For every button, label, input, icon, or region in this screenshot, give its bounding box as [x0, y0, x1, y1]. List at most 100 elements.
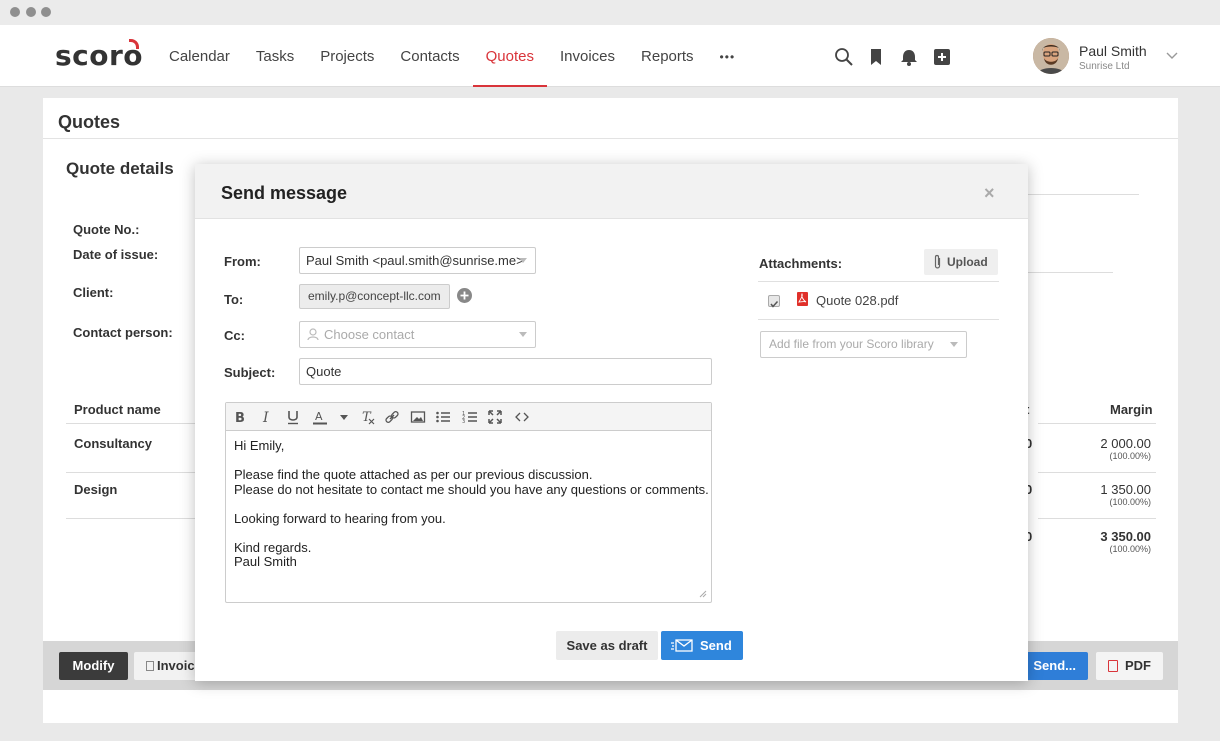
nav-calendar[interactable]: Calendar [156, 25, 243, 87]
date-of-issue-label: Date of issue: [73, 247, 159, 262]
nav-invoices[interactable]: Invoices [547, 25, 628, 87]
body-greeting: Hi Emily, [234, 438, 285, 453]
add-new-icon[interactable] [932, 47, 952, 67]
invoice-button-label: Invoic [157, 658, 195, 673]
body-line: Please do not hesitate to contact me sho… [234, 481, 709, 497]
svg-text:B: B [235, 411, 245, 425]
margin-header: Margin [1110, 402, 1153, 417]
document-icon [146, 661, 154, 671]
window-close-dot[interactable] [10, 7, 20, 17]
send-button-label: Send [700, 638, 732, 653]
page-title: Quotes [58, 112, 121, 132]
divider [43, 138, 1178, 139]
total-margin-pct: (100.00%) [1109, 544, 1151, 554]
nav-more-button[interactable]: ••• [707, 25, 749, 87]
upload-button-label: Upload [947, 255, 988, 269]
pdf-button-label: PDF [1125, 658, 1151, 673]
numbered-list-icon[interactable]: 123 [462, 409, 478, 425]
pdf-file-icon [797, 292, 808, 306]
divider [1038, 423, 1156, 424]
message-editor[interactable]: B I A T 123 Hi Emily, Please find the qu… [225, 402, 712, 603]
subject-input[interactable]: Quote [299, 358, 712, 385]
bullet-list-icon[interactable] [435, 409, 451, 425]
table-row-name: Design [74, 482, 118, 497]
nav-tasks[interactable]: Tasks [243, 25, 307, 87]
modify-button[interactable]: Modify [59, 652, 128, 680]
editor-toolbar: B I A T 123 [226, 403, 711, 431]
from-select[interactable]: Paul Smith <paul.smith@sunrise.me> [299, 247, 536, 274]
nav-quotes[interactable]: Quotes [472, 25, 548, 87]
pdf-button[interactable]: PDF [1096, 652, 1163, 680]
table-row-margin: 2 000.00 [1100, 436, 1151, 451]
dialog-header: Send message × [195, 164, 1028, 219]
attachment-checkbox[interactable] [768, 295, 780, 308]
svg-text:I: I [262, 410, 269, 425]
divider [1038, 472, 1156, 473]
send-message-dialog: Send message × From: Paul Smith <paul.sm… [195, 164, 1028, 681]
table-row-margin: 1 350.00 [1100, 482, 1151, 497]
divider [758, 281, 999, 282]
client-label: Client: [73, 285, 114, 300]
envelope-icon [671, 639, 693, 652]
source-code-icon[interactable] [514, 409, 530, 425]
text-color-icon[interactable]: A [312, 409, 328, 425]
divider [66, 518, 196, 519]
user-avatar[interactable] [1033, 38, 1069, 74]
from-label: From: [224, 254, 261, 269]
send-button[interactable]: Send [661, 631, 743, 660]
user-company: Sunrise Ltd [1079, 61, 1130, 72]
total-margin: 3 350.00 [1100, 529, 1151, 544]
table-row-margin-pct: (100.00%) [1109, 451, 1151, 461]
notifications-icon[interactable] [899, 47, 919, 67]
recipient-chip[interactable]: emily.p@concept-llc.com [299, 284, 450, 309]
message-body[interactable]: Hi Emily, Please find the quote attached… [234, 438, 709, 570]
section-title: Quote details [66, 159, 174, 178]
save-as-draft-button[interactable]: Save as draft [556, 631, 658, 660]
upload-button[interactable]: Upload [924, 249, 998, 275]
cc-select[interactable]: Choose contact [299, 321, 536, 348]
library-placeholder: Add file from your Scoro library [769, 337, 934, 351]
dialog-title: Send message [221, 183, 348, 203]
attachment-filename[interactable]: Quote 028.pdf [816, 293, 898, 308]
image-icon[interactable] [410, 409, 426, 425]
body-signature: Paul Smith [234, 554, 297, 569]
body-line: Please find the quote attached as per ou… [234, 467, 593, 482]
bold-icon[interactable]: B [232, 409, 248, 425]
app-header: scoro Calendar Tasks Projects Contacts Q… [0, 25, 1220, 87]
fullscreen-icon[interactable] [487, 409, 503, 425]
underline-icon[interactable] [285, 409, 301, 425]
resize-handle-icon[interactable] [699, 590, 707, 598]
divider [66, 472, 196, 473]
product-name-header: Product name [74, 402, 161, 417]
link-icon[interactable] [384, 409, 400, 425]
cc-label: Cc: [224, 328, 245, 343]
body-line: Looking forward to hearing from you. [234, 510, 446, 526]
divider [1038, 518, 1156, 519]
window-zoom-dot[interactable] [41, 7, 51, 17]
paperclip-icon [934, 254, 941, 269]
italic-icon[interactable]: I [259, 409, 275, 425]
nav-reports[interactable]: Reports [628, 25, 707, 87]
pdf-icon [1108, 660, 1118, 672]
nav-projects[interactable]: Projects [307, 25, 387, 87]
caret-down-icon [950, 342, 958, 347]
window-minimize-dot[interactable] [26, 7, 36, 17]
caret-down-icon [519, 332, 527, 337]
window-titlebar [0, 0, 1220, 25]
attachments-label: Attachments: [759, 256, 843, 271]
svg-text:3: 3 [462, 419, 465, 425]
table-row-name: Consultancy [74, 436, 153, 451]
add-recipient-icon[interactable] [457, 288, 472, 303]
user-name[interactable]: Paul Smith [1079, 43, 1147, 59]
chevron-down-icon[interactable] [1166, 50, 1178, 60]
nav-contacts[interactable]: Contacts [387, 25, 472, 87]
cc-placeholder: Choose contact [324, 327, 415, 342]
close-icon[interactable]: × [984, 183, 995, 204]
clear-format-icon[interactable]: T [360, 409, 376, 425]
bookmark-icon[interactable] [866, 47, 886, 67]
quote-no-label: Quote No.: [73, 222, 140, 237]
to-label: To: [224, 292, 244, 307]
search-icon[interactable] [834, 47, 854, 67]
library-file-select[interactable]: Add file from your Scoro library [760, 331, 967, 358]
caret-down-icon[interactable] [336, 409, 352, 425]
